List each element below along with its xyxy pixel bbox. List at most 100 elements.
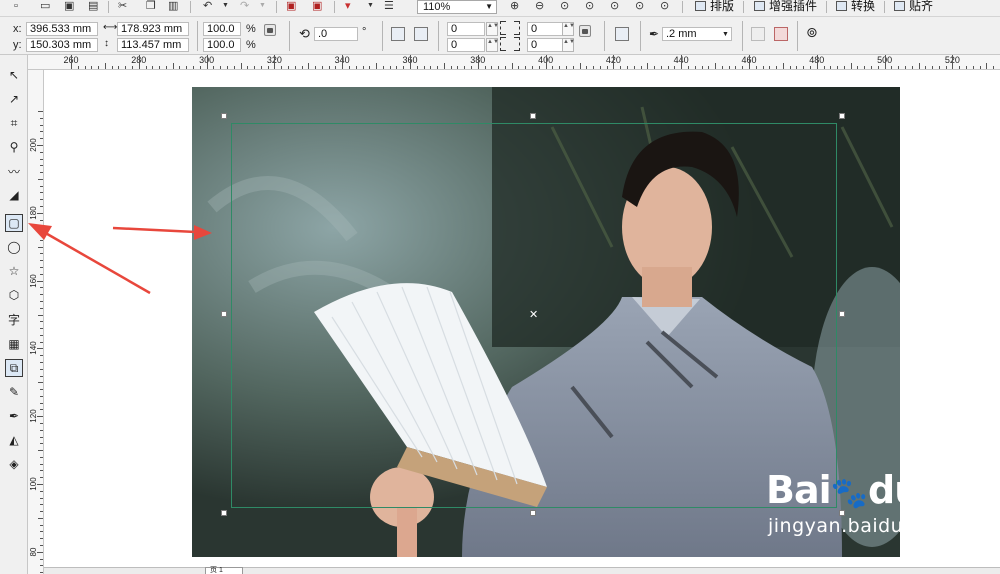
ruler-tick [138, 55, 140, 69]
resize-handle-bottom[interactable] [530, 510, 536, 516]
rotation-field[interactable]: .0 [314, 27, 358, 41]
wrap-text-icon[interactable] [615, 27, 629, 41]
page-tab[interactable]: 页 1 [205, 567, 243, 574]
ruler-tick [335, 66, 337, 69]
height-field[interactable]: 113.457 mm [117, 38, 189, 52]
corner-top-right-field[interactable]: 0 [527, 22, 565, 36]
menu-snap[interactable]: 贴齐 [894, 0, 933, 14]
rectangle-tool-icon[interactable]: ▢ [5, 214, 23, 232]
ellipse-tool-icon[interactable]: ◯ [5, 238, 23, 256]
pick-tool-icon[interactable]: ↖ [5, 66, 23, 84]
text-tool-icon[interactable]: 字 [5, 310, 23, 328]
ruler-tick [40, 206, 43, 208]
menu-plugins[interactable]: 增强插件 [754, 0, 817, 14]
zoom-selected-icon[interactable]: ⊙ [560, 0, 569, 12]
ruler-tick [40, 497, 43, 499]
outline-pen-tool-icon[interactable]: ✒ [5, 407, 23, 425]
copy-icon[interactable]: ❐ [146, 0, 156, 12]
ruler-tick [267, 66, 269, 69]
lock-corners-icon[interactable] [579, 25, 591, 37]
zoom-level-select[interactable]: 110% ▼ [417, 0, 497, 14]
resize-handle-right[interactable] [839, 311, 845, 317]
scale-y-field[interactable]: 100.0 [203, 38, 241, 52]
degree-label: ° [362, 26, 367, 38]
ruler-tick [40, 456, 43, 458]
undo-icon[interactable]: ↶ [203, 0, 212, 12]
lock-ratio-icon[interactable] [264, 24, 276, 36]
ruler-tick [437, 66, 439, 69]
crop-tool-icon[interactable]: ⌗ [5, 114, 23, 132]
eyedropper-tool-icon[interactable]: ✎ [5, 383, 23, 401]
zoom-height-icon[interactable]: ⊙ [660, 0, 669, 12]
chevron-down-icon[interactable]: ▼ [222, 0, 229, 12]
rotation-center-icon[interactable]: ✕ [529, 310, 538, 321]
paste-icon[interactable]: ▥ [168, 0, 178, 12]
corner-bottom-left-field[interactable]: 0 [447, 38, 485, 52]
vertical-ruler[interactable]: 200 180 160 140 120 100 80 [28, 70, 44, 574]
smart-fill-tool-icon[interactable]: ◢ [5, 186, 23, 204]
ruler-tick [430, 66, 432, 69]
fill-tool-icon[interactable]: ◭ [5, 431, 23, 449]
corner-top-left-field[interactable]: 0 [447, 22, 485, 36]
save-icon[interactable]: ▣ [64, 0, 74, 12]
ruler-tick [410, 55, 411, 69]
zoom-tool-icon[interactable]: ⚲ [5, 138, 23, 156]
to-front-icon[interactable] [751, 27, 765, 41]
width-field[interactable]: 178.923 mm [117, 22, 189, 36]
spinner-icon[interactable]: ▲▼ [562, 22, 575, 36]
ruler-tick [40, 436, 43, 438]
horizontal-ruler[interactable]: 2602803003203403603804004204404604805005… [28, 55, 1000, 70]
mirror-vertical-icon[interactable] [414, 27, 428, 41]
freehand-tool-icon[interactable]: 〰 [5, 162, 23, 180]
x-position-field[interactable]: 396.533 mm [26, 22, 98, 36]
ruler-tick [742, 66, 744, 69]
ruler-tick [260, 66, 262, 69]
polygon-tool-icon[interactable]: ☆ [5, 262, 23, 280]
resize-handle-top-left[interactable] [221, 113, 227, 119]
menu-convert[interactable]: 转换 [836, 0, 875, 14]
table-tool-icon[interactable]: ▦ [5, 335, 23, 353]
mirror-horizontal-icon[interactable] [391, 27, 405, 41]
ruler-tick [40, 524, 43, 526]
corner-bottom-right-field[interactable]: 0 [527, 38, 565, 52]
shape-tool-icon[interactable]: ↗ [5, 90, 23, 108]
zoom-out-icon[interactable]: ⊖ [535, 0, 544, 12]
redo-icon[interactable]: ↷ [240, 0, 249, 12]
convert-to-curves-icon[interactable]: ⊚ [806, 25, 818, 39]
zoom-width-icon[interactable]: ⊙ [635, 0, 644, 12]
spinner-icon[interactable]: ▲▼ [562, 38, 575, 52]
ruler-tick [165, 66, 167, 69]
resize-handle-bottom-left[interactable] [221, 510, 227, 516]
chevron-down-icon[interactable]: ▼ [367, 0, 374, 12]
zoom-in-icon[interactable]: ⊕ [510, 0, 519, 12]
basic-shapes-tool-icon[interactable]: ⬡ [5, 286, 23, 304]
publish-icon[interactable]: ▾ [345, 0, 351, 12]
spinner-icon[interactable]: ▲▼ [486, 22, 499, 36]
zoom-all-icon[interactable]: ⊙ [585, 0, 594, 12]
y-position-field[interactable]: 150.303 mm [26, 38, 98, 52]
export-icon[interactable]: ▣ [312, 0, 322, 12]
menu-layout[interactable]: 排版 [695, 0, 734, 14]
import-icon[interactable]: ▣ [286, 0, 296, 12]
scale-x-field[interactable]: 100.0 [203, 22, 241, 36]
new-document-icon[interactable]: ▫ [14, 0, 18, 12]
zoom-level-value: 110% [423, 1, 451, 13]
print-icon[interactable]: ▤ [88, 0, 98, 12]
ruler-tick [40, 334, 43, 336]
ruler-tick [884, 55, 886, 69]
cut-icon[interactable]: ✂ [118, 0, 127, 12]
chevron-down-icon[interactable]: ▼ [722, 29, 729, 41]
resize-handle-left[interactable] [221, 311, 227, 317]
open-icon[interactable]: ▭ [40, 0, 50, 12]
resize-handle-top-right[interactable] [839, 113, 845, 119]
zoom-page-icon[interactable]: ⊙ [610, 0, 619, 12]
interactive-tool-icon[interactable]: ⧉ [5, 359, 23, 377]
resize-handle-top[interactable] [530, 113, 536, 119]
ruler-tick [762, 66, 764, 69]
ruler-tick [37, 348, 43, 350]
spinner-icon[interactable]: ▲▼ [486, 38, 499, 52]
options-icon[interactable]: ☰ [384, 0, 394, 12]
chevron-down-icon[interactable]: ▼ [259, 0, 266, 12]
to-back-icon[interactable] [774, 27, 788, 41]
interactive-fill-tool-icon[interactable]: ◈ [5, 455, 23, 473]
